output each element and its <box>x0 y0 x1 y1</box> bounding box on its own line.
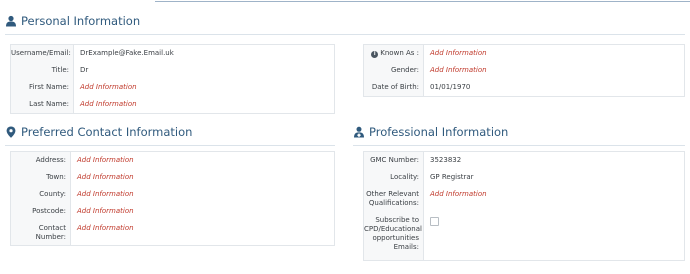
last-name-row: Last Name: Add Information <box>11 100 334 109</box>
postcode-label: Postcode: <box>32 207 66 215</box>
gmc-number-label: GMC Number: <box>370 156 419 164</box>
address-row: Address: Add Information <box>11 156 334 165</box>
personal-title-text: Personal Information <box>21 14 141 28</box>
last-name-label: Last Name: <box>29 100 69 108</box>
cpd-subscribe-label: Subscribe to CPD/Educational opportuniti… <box>364 216 422 251</box>
county-row: County: Add Information <box>11 190 334 199</box>
known-as-label: i Known As : <box>364 49 424 58</box>
known-as-add-link[interactable]: Add Information <box>424 49 684 58</box>
professional-divider <box>353 145 685 146</box>
contact-section-title: Preferred Contact Information <box>5 125 192 139</box>
first-name-row: First Name: Add Information <box>11 83 334 92</box>
first-name-label: First Name: <box>29 83 69 91</box>
first-name-add-link[interactable]: Add Information <box>74 83 334 92</box>
cpd-subscribe-checkbox[interactable] <box>430 217 439 226</box>
town-label: Town: <box>46 173 66 181</box>
gender-label: Gender: <box>390 66 419 74</box>
gmc-number-value: 3523832 <box>430 156 462 164</box>
username-row: Username/Email: DrExample@Fake.Email.uk <box>11 49 334 58</box>
personal-left-panel: Username/Email: DrExample@Fake.Email.uk … <box>10 44 335 114</box>
professional-panel: GMC Number: 3523832 Locality: GP Registr… <box>363 151 685 261</box>
contact-number-row: Contact Number: Add Information <box>11 224 334 242</box>
map-marker-icon <box>6 126 16 138</box>
locality-label: Locality: <box>390 173 419 181</box>
title-label: Title: <box>51 66 69 74</box>
contact-title-text: Preferred Contact Information <box>21 125 193 139</box>
personal-right-panel: i Known As : Add Information Gender: Add … <box>363 44 685 97</box>
gender-add-link[interactable]: Add Information <box>424 66 684 75</box>
contact-number-add-link[interactable]: Add Information <box>71 224 334 242</box>
gender-row: Gender: Add Information <box>364 66 684 75</box>
last-name-add-link[interactable]: Add Information <box>74 100 334 109</box>
qualifications-label: Other Relevant Qualifications: <box>366 190 419 207</box>
contact-number-label: Contact Number: <box>35 224 66 241</box>
dob-row: Date of Birth: 01/01/1970 <box>364 83 684 92</box>
locality-row: Locality: GP Registrar <box>364 173 684 182</box>
cpd-subscribe-value <box>424 216 684 252</box>
top-divider <box>155 1 690 2</box>
personal-divider <box>5 34 685 35</box>
qualifications-row: Other Relevant Qualifications: Add Infor… <box>364 190 684 208</box>
user-md-icon <box>354 126 364 138</box>
postcode-add-link[interactable]: Add Information <box>71 207 334 216</box>
town-row: Town: Add Information <box>11 173 334 182</box>
contact-divider <box>5 145 335 146</box>
gmc-number-row: GMC Number: 3523832 <box>364 156 684 165</box>
contact-panel: Address: Add Information Town: Add Infor… <box>10 151 335 246</box>
county-add-link[interactable]: Add Information <box>71 190 334 199</box>
town-add-link[interactable]: Add Information <box>71 173 334 182</box>
address-add-link[interactable]: Add Information <box>71 156 334 165</box>
dob-label: Date of Birth: <box>371 83 419 91</box>
locality-value: GP Registrar <box>430 173 474 181</box>
address-label: Address: <box>35 156 66 164</box>
known-as-row: i Known As : Add Information <box>364 49 684 58</box>
title-value: Dr <box>80 66 89 74</box>
user-icon <box>6 15 16 27</box>
known-as-label-text: Known As : <box>380 49 419 57</box>
title-row: Title: Dr <box>11 66 334 75</box>
county-label: County: <box>39 190 66 198</box>
professional-title-text: Professional Information <box>369 125 509 139</box>
personal-section-title: Personal Information <box>5 14 140 28</box>
cpd-subscribe-row: Subscribe to CPD/Educational opportuniti… <box>364 216 684 252</box>
postcode-row: Postcode: Add Information <box>11 207 334 216</box>
username-label: Username/Email: <box>11 49 71 57</box>
dob-value: 01/01/1970 <box>430 83 471 91</box>
username-value: DrExample@Fake.Email.uk <box>80 49 174 57</box>
qualifications-add-link[interactable]: Add Information <box>424 190 684 208</box>
professional-section-title: Professional Information <box>353 125 508 139</box>
info-icon[interactable]: i <box>371 51 379 58</box>
